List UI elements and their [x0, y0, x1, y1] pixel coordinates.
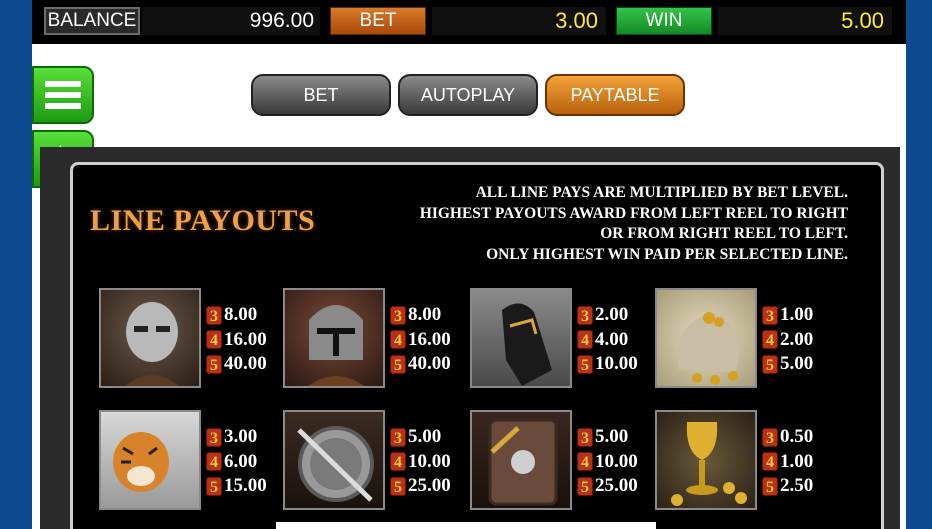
pay-value: 5.00 [408, 426, 442, 447]
balance-label: BALANCE [44, 7, 140, 35]
win-value: 5.00 [718, 7, 892, 35]
masked-gladiator-icon [125, 302, 179, 386]
hamburger-menu-icon [45, 81, 81, 109]
symbol-masked-gladiator [99, 288, 201, 388]
pay-value: 40.00 [224, 353, 267, 374]
pay-value: 10.00 [408, 450, 451, 472]
pay-value: 15.00 [224, 475, 267, 496]
count-badge: 4 [206, 330, 222, 350]
pays-helmeted-gladiator: 3 8.00 4 16.00 5 40.00 [390, 303, 451, 377]
pay-value: 16.00 [408, 328, 451, 350]
count-badge: 4 [390, 330, 406, 350]
pay-value: 10.00 [595, 353, 638, 374]
count-badge: 5 [762, 476, 778, 496]
count-badge: 3 [577, 305, 593, 325]
pay-value: 5.00 [780, 353, 814, 374]
pays-tiger: 3 3.00 4 6.00 5 15.00 [206, 425, 267, 499]
symbol-horse [470, 288, 572, 388]
horse-icon [502, 303, 552, 386]
pay-value: 1.00 [780, 304, 814, 325]
count-badge: 4 [577, 452, 593, 472]
count-badge: 5 [577, 476, 593, 496]
pays-masked-gladiator: 3 8.00 4 16.00 5 40.00 [206, 303, 267, 377]
tab-bet[interactable]: BET [251, 74, 391, 116]
tiger-icon [113, 432, 169, 492]
count-badge: 3 [762, 427, 778, 447]
pay-value: 3.00 [224, 426, 258, 447]
pay-value: 8.00 [408, 304, 442, 325]
pay-value: 1.00 [780, 450, 814, 472]
count-badge: 5 [206, 476, 222, 496]
pay-value: 2.00 [780, 328, 814, 350]
count-badge: 3 [206, 427, 222, 447]
count-badge: 3 [390, 427, 406, 447]
pay-value: 40.00 [408, 353, 451, 374]
count-badge: 5 [762, 354, 778, 374]
bet-label: BET [330, 7, 426, 35]
pay-value: 8.00 [224, 304, 258, 325]
golden-chalice-icon [671, 422, 747, 506]
pay-value: 2.00 [595, 304, 629, 325]
symbol-coin-bag [655, 288, 757, 388]
count-badge: 5 [390, 354, 406, 374]
symbol-golden-chalice [655, 410, 757, 510]
symbol-square-shield-mace [470, 410, 572, 510]
pay-value: 6.00 [224, 450, 258, 472]
rule-line: ONLY HIGHEST WIN PAID PER SELECTED LINE. [486, 246, 848, 264]
symbol-round-shield-sword [283, 410, 385, 510]
count-badge: 4 [390, 452, 406, 472]
rule-line: ALL LINE PAYS ARE MULTIPLIED BY BET LEVE… [475, 184, 848, 201]
count-badge: 4 [762, 330, 778, 350]
count-badge: 3 [762, 305, 778, 325]
count-badge: 4 [762, 452, 778, 472]
count-badge: 5 [390, 476, 406, 496]
helmeted-gladiator-icon [308, 305, 364, 386]
paytable-title: LINE PAYOUTS [90, 204, 316, 237]
count-badge: 4 [577, 330, 593, 350]
count-badge: 3 [577, 427, 593, 447]
pay-value: 2.50 [780, 475, 814, 496]
symbol-helmeted-gladiator [283, 288, 385, 388]
pays-square-shield-mace: 3 5.00 4 10.00 5 25.00 [577, 425, 638, 499]
top-status-bar: BALANCE 996.00 BET 3.00 WIN 5.00 [32, 0, 906, 44]
win-label: WIN [616, 7, 712, 35]
square-shield-mace-icon [488, 418, 558, 506]
tab-autoplay[interactable]: AUTOPLAY [398, 74, 538, 116]
pays-horse: 3 2.00 4 4.00 5 10.00 [577, 303, 638, 377]
menu-button[interactable] [32, 66, 94, 124]
bet-value: 3.00 [432, 7, 606, 35]
count-badge: 3 [206, 305, 222, 325]
coin-bag-icon [677, 312, 740, 385]
count-badge: 4 [206, 452, 222, 472]
paytable-rules: ALL LINE PAYS ARE MULTIPLIED BY BET LEVE… [420, 183, 848, 266]
pays-round-shield-sword: 3 5.00 4 10.00 5 25.00 [390, 425, 451, 499]
pay-value: 16.00 [224, 328, 267, 350]
pay-value: 25.00 [408, 475, 451, 496]
count-badge: 5 [206, 354, 222, 374]
pay-value: 10.00 [595, 450, 638, 472]
symbol-tiger [99, 410, 201, 510]
pay-value: 5.00 [595, 426, 629, 447]
balance-value: 996.00 [142, 7, 320, 35]
pays-coin-bag: 3 1.00 4 2.00 5 5.00 [762, 303, 813, 377]
pay-value: 4.00 [595, 328, 629, 350]
pay-value: 25.00 [595, 475, 638, 496]
round-shield-sword-icon [297, 426, 374, 502]
pay-value: 0.50 [780, 426, 814, 447]
count-badge: 3 [390, 305, 406, 325]
pays-golden-chalice: 3 0.50 4 1.00 5 2.50 [762, 425, 813, 499]
rule-line: HIGHEST PAYOUTS AWARD FROM LEFT REEL TO … [419, 204, 848, 222]
bottom-strip [276, 522, 656, 529]
tab-paytable[interactable]: PAYTABLE [545, 74, 685, 116]
count-badge: 5 [577, 354, 593, 374]
rule-line: OR FROM RIGHT REEL TO LEFT. [600, 225, 848, 243]
